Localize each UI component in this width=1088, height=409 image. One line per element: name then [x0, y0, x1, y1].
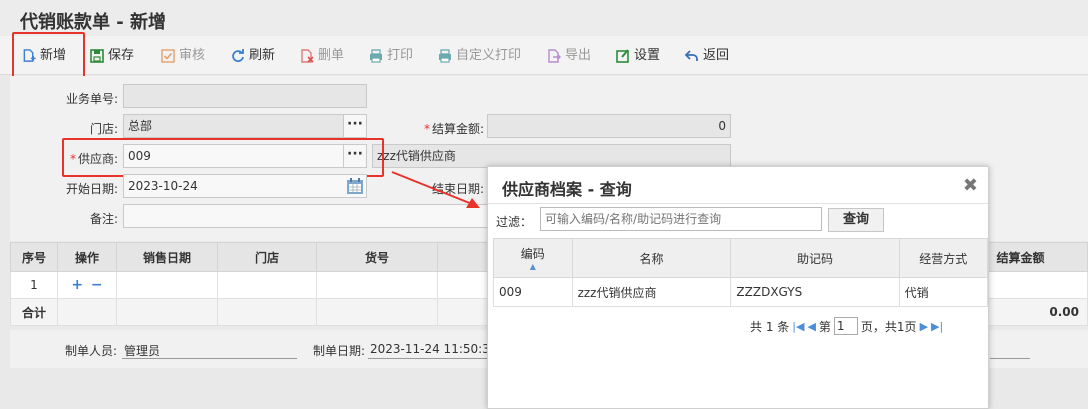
settings-button[interactable]: 设置: [616, 46, 660, 66]
col-code-label: 编码: [520, 247, 545, 261]
print-icon: [370, 49, 382, 63]
row-seq: 1: [10, 271, 58, 299]
col-sale-date: 销售日期: [116, 242, 218, 272]
print-icon: [439, 49, 451, 63]
export-icon: [548, 49, 561, 63]
settle-amount-label-text: 结算金额:: [431, 122, 484, 136]
custom-print-button[interactable]: 自定义打印: [438, 46, 521, 66]
store-field[interactable]: 总部: [123, 114, 344, 138]
pager: 共 1 条 |◀ ◀ 第 1 页，共1页 ▶ ▶|: [750, 317, 943, 335]
settings-button-label: 设置: [634, 48, 661, 63]
refresh-button[interactable]: 刷新: [231, 46, 275, 66]
refresh-icon: [232, 49, 244, 62]
total-label: 合计: [10, 298, 58, 326]
print-button-label: 打印: [387, 48, 414, 63]
col-code[interactable]: 编码 ▲: [493, 238, 573, 278]
delete-doc-icon: [301, 49, 314, 63]
store-picker-button[interactable]: ···: [343, 114, 367, 138]
delete-button[interactable]: 删单: [300, 46, 344, 66]
save-button[interactable]: 保存: [90, 46, 134, 66]
approve-button-label: 审核: [179, 48, 206, 63]
title-bar: 代销账款单 - 新增: [0, 0, 1088, 37]
start-date-field[interactable]: 2023-10-24: [123, 174, 367, 198]
remove-row-icon[interactable]: −: [91, 277, 103, 293]
filter-label: 过滤：: [496, 215, 533, 229]
col-store: 门店: [217, 242, 317, 272]
remark-label: 备注:: [89, 212, 118, 226]
supplier-name-field: zzz代销供应商: [372, 144, 731, 168]
last-page-icon[interactable]: ▶|: [931, 320, 943, 333]
store-label: 门店:: [89, 122, 118, 136]
col-mode[interactable]: 经营方式: [898, 238, 989, 278]
filter-input[interactable]: [540, 207, 822, 231]
add-row-icon[interactable]: +: [71, 277, 83, 293]
back-arrow-icon: [685, 50, 698, 61]
supplier-query-dialog: 供应商档案 - 查询 ✖ 过滤： 查询 编码 ▲ 名称 助记码 经营方式 009…: [487, 166, 989, 409]
col-ops: 操作: [57, 242, 117, 272]
col-item-no: 货号: [316, 242, 438, 272]
end-date-label: 结束日期:: [431, 182, 484, 196]
start-date-label: 开始日期:: [65, 182, 118, 196]
settings-edit-icon: [616, 49, 629, 63]
row-ops: + −: [57, 271, 117, 299]
table-row[interactable]: 009 zzz代销供应商 ZZZDXGYS 代销: [493, 277, 989, 307]
check-icon: [161, 49, 175, 63]
maker-underline: [122, 358, 297, 359]
settle-amount-label: * 结算金额:: [423, 122, 484, 136]
prev-page-icon[interactable]: ◀: [807, 320, 815, 333]
col-mnemonic[interactable]: 助记码: [730, 238, 900, 278]
row-mnemonic: ZZZDXGYS: [730, 277, 900, 307]
sort-asc-icon: ▲: [529, 262, 536, 271]
refresh-button-label: 刷新: [249, 48, 276, 63]
row-code: 009: [493, 277, 573, 307]
supplier-table: 编码 ▲ 名称 助记码 经营方式 009 zzz代销供应商 ZZZDXGYS 代…: [493, 238, 989, 307]
custom-print-button-label: 自定义打印: [456, 48, 522, 63]
make-date-underline: [368, 358, 498, 359]
dialog-divider: [488, 203, 988, 204]
make-date-value: 2023-11-24 11:50:36: [370, 342, 498, 356]
approve-button[interactable]: 审核: [161, 46, 205, 66]
back-button[interactable]: 返回: [685, 46, 729, 66]
page-title: 代销账款单 - 新增: [20, 12, 167, 33]
col-seq: 序号: [10, 242, 58, 272]
dialog-title: 供应商档案 - 查询: [502, 180, 632, 199]
maker-label: 制单人员:: [65, 344, 118, 358]
close-icon[interactable]: ✖: [963, 175, 978, 196]
pager-prefix: 第: [818, 319, 831, 334]
doc-no-label: 业务单号:: [65, 92, 118, 106]
settle-amount-field: 0: [487, 114, 731, 138]
row-mode: 代销: [898, 277, 989, 307]
pager-total: 共 1 条: [750, 319, 790, 334]
query-button[interactable]: 查询: [828, 208, 884, 232]
save-button-label: 保存: [108, 48, 135, 63]
page: 代销账款单 - 新增 新增 保存 审核 刷新 删单 打印 自定义打印 导出 设置…: [0, 0, 1088, 409]
next-page-icon[interactable]: ▶: [920, 320, 928, 333]
col-name[interactable]: 名称: [571, 238, 732, 278]
highlight-supplier-field: [62, 138, 384, 177]
page-number-input[interactable]: 1: [833, 317, 858, 335]
doc-no-field: [123, 84, 367, 108]
col-blank: [437, 242, 491, 272]
print-button[interactable]: 打印: [369, 46, 413, 66]
delete-button-label: 删单: [318, 48, 345, 63]
toolbar: 新增 保存 审核 刷新 删单 打印 自定义打印 导出 设置 返回: [0, 36, 1088, 75]
row-name: zzz代销供应商: [571, 277, 732, 307]
supplier-table-header: 编码 ▲ 名称 助记码 经营方式: [493, 238, 989, 278]
maker-value: 管理员: [124, 344, 161, 358]
export-button-label: 导出: [565, 48, 592, 63]
pager-suffix: 页，共1页: [860, 319, 917, 334]
footer-underline-right: [990, 358, 1030, 359]
back-button-label: 返回: [703, 48, 730, 63]
highlight-add-button: [12, 32, 85, 81]
calendar-icon[interactable]: [346, 177, 364, 195]
first-page-icon[interactable]: |◀: [792, 320, 804, 333]
make-date-label: 制单日期:: [313, 344, 366, 358]
export-button[interactable]: 导出: [547, 46, 591, 66]
save-icon: [90, 49, 104, 63]
